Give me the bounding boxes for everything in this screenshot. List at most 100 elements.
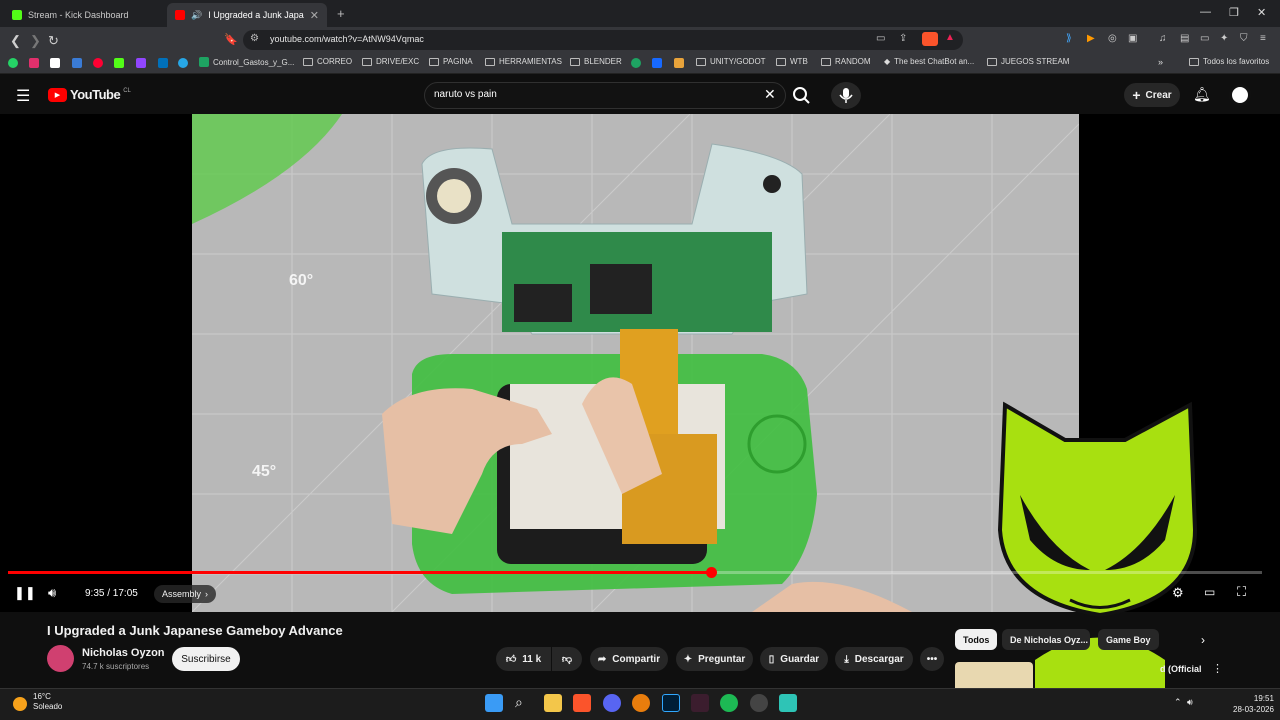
- kick-bookmark-icon[interactable]: [114, 58, 124, 68]
- taskbar-clock[interactable]: 19:51 28-03-2026: [1233, 693, 1274, 715]
- bookmark-app-icon[interactable]: [631, 58, 641, 68]
- voice-search-button[interactable]: [831, 82, 861, 109]
- minimize-button[interactable]: —: [1200, 6, 1211, 18]
- obs-icon[interactable]: [750, 694, 768, 712]
- share-button[interactable]: ➦ Compartir: [590, 647, 668, 671]
- maximize-button[interactable]: ❐: [1229, 6, 1239, 19]
- music-icon[interactable]: ♫: [1159, 33, 1167, 44]
- photoshop-icon[interactable]: [662, 694, 680, 712]
- vpn-icon[interactable]: ⛉: [1240, 33, 1248, 44]
- notepad-icon[interactable]: [779, 694, 797, 712]
- related-more-icon[interactable]: ⋮: [1212, 662, 1223, 675]
- brave-browser-icon[interactable]: [573, 694, 591, 712]
- notifications-icon[interactable]: 🔔︎: [1193, 86, 1211, 103]
- more-actions-button[interactable]: •••: [920, 647, 944, 671]
- search-input[interactable]: naruto vs pain: [434, 89, 497, 100]
- volume-icon[interactable]: 🔊︎: [48, 585, 56, 601]
- whatsapp-icon[interactable]: [8, 58, 18, 68]
- cast-icon[interactable]: ▭: [876, 33, 885, 44]
- save-button[interactable]: ▯ Guardar: [760, 647, 828, 671]
- extension-play-icon[interactable]: ▶: [1087, 33, 1095, 44]
- pause-button[interactable]: ❚❚: [14, 585, 36, 601]
- instagram-icon[interactable]: [29, 58, 39, 68]
- bookmark-app-icon[interactable]: [674, 58, 684, 68]
- forward-icon[interactable]: ❯: [30, 33, 41, 49]
- extension-icon[interactable]: ◎: [1108, 33, 1117, 44]
- theater-mode-icon[interactable]: ▭: [1204, 585, 1215, 599]
- related-thumbnail[interactable]: [955, 662, 1033, 688]
- brave-rewards-icon[interactable]: ▲: [945, 32, 955, 43]
- windows-start-icon[interactable]: [485, 694, 503, 712]
- url-text[interactable]: youtube.com/watch?v=AtNW94Vqmac: [270, 34, 424, 44]
- bookmark-folder[interactable]: PAGINA: [429, 57, 473, 66]
- settings-gear-icon[interactable]: ⚙: [1172, 585, 1184, 601]
- site-info-icon[interactable]: ⚙: [250, 33, 259, 44]
- weather-widget[interactable]: 16°C Soleado: [33, 692, 62, 712]
- tab-kick-dashboard[interactable]: Stream - Kick Dashboard: [4, 3, 164, 27]
- create-button[interactable]: + Crear: [1124, 83, 1180, 107]
- all-bookmarks-folder[interactable]: Todos los favoritos: [1189, 57, 1269, 66]
- share-icon[interactable]: ⇪: [899, 33, 907, 44]
- x-icon[interactable]: [50, 58, 60, 68]
- file-explorer-icon[interactable]: [544, 694, 562, 712]
- close-tab-icon[interactable]: ✕: [310, 9, 319, 22]
- tray-chevron-icon[interactable]: ⌃: [1174, 697, 1182, 708]
- download-button[interactable]: ⤓ Descargar: [835, 647, 913, 671]
- volume-tray-icon[interactable]: 🔊︎: [1187, 697, 1193, 708]
- search-icon[interactable]: ⌕: [515, 694, 523, 711]
- hamburger-menu-icon[interactable]: ☰: [16, 86, 30, 106]
- behance-icon[interactable]: [652, 58, 662, 68]
- chapter-button[interactable]: Assembly ›: [154, 585, 217, 603]
- chip-all[interactable]: Todos: [955, 629, 998, 650]
- new-tab-button[interactable]: +: [337, 6, 345, 21]
- bookmark-item[interactable]: ◆ The best ChatBot an...: [884, 57, 974, 66]
- subscribe-button[interactable]: Suscribirse: [172, 647, 240, 671]
- bookmark-folder[interactable]: BLENDER: [570, 57, 622, 66]
- bookmark-folder[interactable]: WTB: [776, 57, 808, 66]
- sidebar-icon[interactable]: ▤: [1180, 33, 1189, 44]
- app-icon[interactable]: [691, 694, 709, 712]
- extension-box-icon[interactable]: ▣: [1128, 33, 1137, 44]
- youtube-bookmark-icon[interactable]: [93, 58, 103, 68]
- wallet-icon[interactable]: ▭: [1200, 33, 1209, 44]
- avatar[interactable]: [1229, 84, 1251, 106]
- close-window-button[interactable]: ✕: [1257, 6, 1266, 19]
- bookmark-item[interactable]: Control_Gastos_y_G...: [199, 57, 294, 67]
- youtube-logo[interactable]: ▶ YouTube CL: [48, 87, 131, 102]
- chip-gameboy[interactable]: Game Boy: [1098, 629, 1159, 650]
- video-frame[interactable]: 60° 45°: [192, 114, 1079, 612]
- chip-channel[interactable]: De Nicholas Oyz...: [1002, 629, 1090, 650]
- discord-icon[interactable]: [603, 694, 621, 712]
- bookmark-icon[interactable]: 🔖: [224, 33, 238, 46]
- like-button[interactable]: 👍︎ 11 k: [496, 647, 551, 671]
- paypal-icon[interactable]: [158, 58, 168, 68]
- fullscreen-icon[interactable]: ⛶: [1237, 584, 1246, 600]
- back-icon[interactable]: ❮: [10, 33, 21, 49]
- clear-search-icon[interactable]: ✕: [764, 86, 776, 103]
- related-title[interactable]: d (Official: [1160, 664, 1202, 674]
- bookmark-folder[interactable]: CORREO: [303, 57, 352, 66]
- reload-icon[interactable]: ↻: [48, 33, 59, 49]
- brave-shields-icon[interactable]: [922, 32, 938, 46]
- channel-avatar[interactable]: [47, 645, 74, 672]
- tab-youtube-video[interactable]: 🔊 I Upgraded a Junk Japanese Ga ✕: [167, 3, 327, 27]
- ai-icon[interactable]: ✦: [1220, 33, 1228, 44]
- bookmark-folder[interactable]: DRIVE/EXC: [362, 57, 419, 66]
- blender-icon[interactable]: [632, 694, 650, 712]
- bookmark-folder[interactable]: RANDOM: [821, 57, 871, 66]
- search-button[interactable]: [786, 82, 818, 109]
- twitch-icon[interactable]: [136, 58, 146, 68]
- channel-name[interactable]: Nicholas Oyzon: [82, 647, 165, 659]
- bookmark-folder[interactable]: UNITY/GODOT: [696, 57, 766, 66]
- ask-button[interactable]: ✦ Preguntar: [676, 647, 753, 671]
- spotify-icon[interactable]: [720, 694, 738, 712]
- chips-next-icon[interactable]: ›: [1201, 633, 1205, 647]
- menu-icon[interactable]: ≡: [1260, 33, 1266, 44]
- extension-waves-icon[interactable]: ⟫: [1066, 33, 1072, 44]
- bookmark-folder[interactable]: JUEGOS STREAM: [987, 57, 1069, 66]
- dislike-button[interactable]: 👎︎: [552, 647, 582, 671]
- bookmark-app-icon[interactable]: [72, 58, 82, 68]
- bookmark-folder[interactable]: HERRAMIENTAS: [485, 57, 562, 66]
- telegram-icon[interactable]: [178, 58, 188, 68]
- more-bookmarks-icon[interactable]: »: [1158, 57, 1163, 67]
